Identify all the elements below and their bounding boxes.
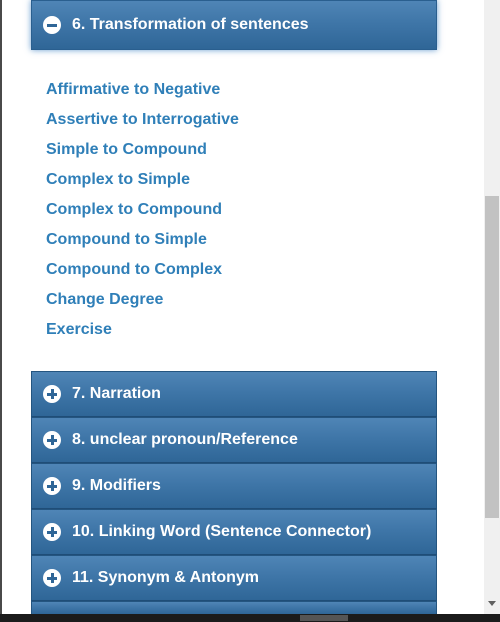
topic-link-affirmative-to-negative[interactable]: Affirmative to Negative xyxy=(46,81,220,98)
section-header-synonym-antonym[interactable]: 11. Synonym & Antonym xyxy=(31,555,437,601)
horizontal-scrollbar[interactable] xyxy=(0,614,500,622)
scrollbar-thumb[interactable] xyxy=(485,196,499,518)
list-item: Exercise xyxy=(46,318,239,348)
plus-icon[interactable] xyxy=(43,523,61,541)
minus-icon[interactable] xyxy=(43,16,61,34)
list-item: Complex to Compound xyxy=(46,198,239,228)
list-item: Compound to Complex xyxy=(46,258,239,288)
section-title: 8. unclear pronoun/Reference xyxy=(72,431,298,448)
section-header-linking-word[interactable]: 10. Linking Word (Sentence Connector) xyxy=(31,509,437,555)
list-item: Change Degree xyxy=(46,288,239,318)
list-item: Complex to Simple xyxy=(46,168,239,198)
plus-icon[interactable] xyxy=(43,385,61,403)
list-item: Affirmative to Negative xyxy=(46,78,239,108)
plus-icon[interactable] xyxy=(43,477,61,495)
section-header-transformation[interactable]: 6. Transformation of sentences xyxy=(31,0,437,50)
list-item: Simple to Compound xyxy=(46,138,239,168)
section-header-narration[interactable]: 7. Narration xyxy=(31,371,437,417)
topic-link-change-degree[interactable]: Change Degree xyxy=(46,291,163,308)
window-left-edge xyxy=(0,0,2,614)
topic-link-exercise[interactable]: Exercise xyxy=(46,321,112,338)
topic-link-simple-to-compound[interactable]: Simple to Compound xyxy=(46,141,207,158)
section-header-modifiers[interactable]: 9. Modifiers xyxy=(31,463,437,509)
section-title: 6. Transformation of sentences xyxy=(72,16,309,33)
topic-link-complex-to-simple[interactable]: Complex to Simple xyxy=(46,171,190,188)
topic-link-compound-to-simple[interactable]: Compound to Simple xyxy=(46,231,207,248)
section-title: 7. Narration xyxy=(72,385,161,402)
section-title: 9. Modifiers xyxy=(72,477,161,494)
scroll-down-arrow-icon[interactable] xyxy=(488,601,496,606)
topic-link-assertive-to-interrogative[interactable]: Assertive to Interrogative xyxy=(46,111,239,128)
section-title: 11. Synonym & Antonym xyxy=(72,569,259,586)
plus-icon[interactable] xyxy=(43,431,61,449)
topic-link-complex-to-compound[interactable]: Complex to Compound xyxy=(46,201,222,218)
section-header-unclear-pronoun[interactable]: 8. unclear pronoun/Reference xyxy=(31,417,437,463)
topic-list: Affirmative to Negative Assertive to Int… xyxy=(46,78,239,348)
list-item: Assertive to Interrogative xyxy=(46,108,239,138)
section-title: 10. Linking Word (Sentence Connector) xyxy=(72,523,372,540)
topic-link-compound-to-complex[interactable]: Compound to Complex xyxy=(46,261,222,278)
list-item: Compound to Simple xyxy=(46,228,239,258)
vertical-scrollbar[interactable] xyxy=(484,0,500,614)
horizontal-scrollbar-thumb[interactable] xyxy=(300,615,348,621)
section-header-next-partial[interactable] xyxy=(31,601,437,614)
plus-icon[interactable] xyxy=(43,569,61,587)
